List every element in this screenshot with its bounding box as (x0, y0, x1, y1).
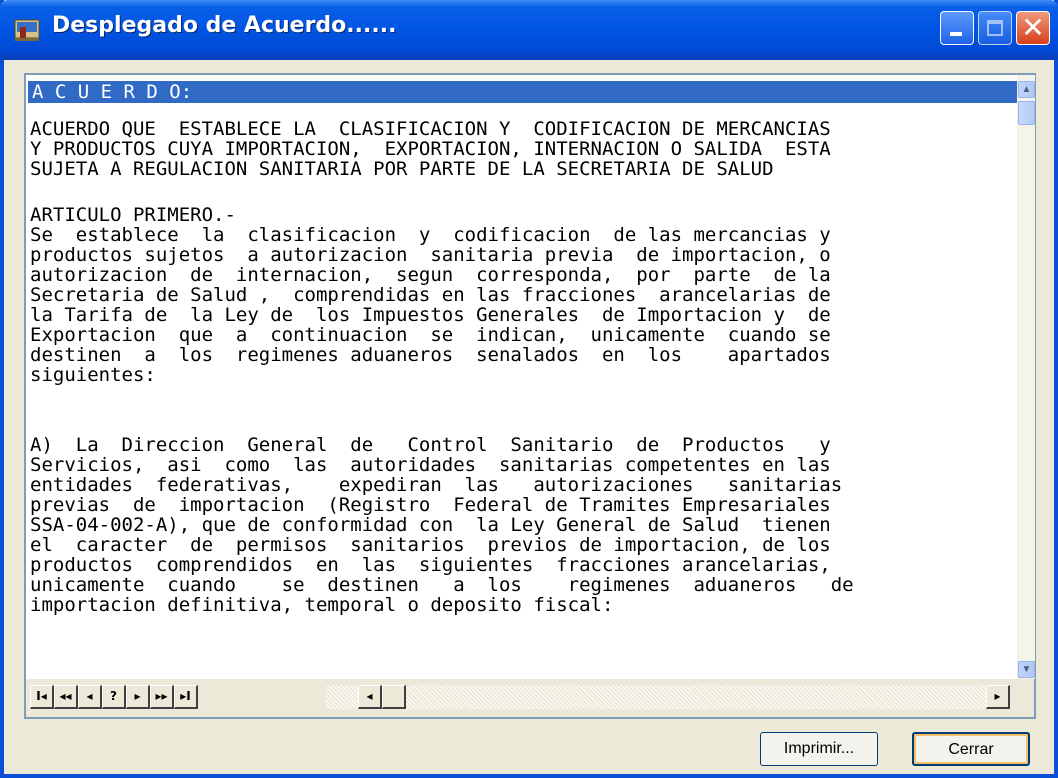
document-viewer[interactable]: A C U E R D O: ACUERDO QUE ESTABLECE LA … (24, 73, 1036, 719)
minimize-button[interactable] (940, 11, 974, 45)
chevron-down-icon: ▼ (1021, 664, 1032, 675)
scroll-up-button[interactable]: ▲ (1018, 81, 1035, 98)
last-page-button[interactable]: ▸I (174, 685, 198, 709)
print-button[interactable]: Imprimir... (760, 732, 878, 766)
close-icon: ✕ (1021, 11, 1045, 44)
scroll-right-button[interactable]: ▸ (986, 685, 1010, 709)
chevron-left-icon: ◂ (366, 689, 373, 703)
window: Desplegado de Acuerdo...... ✕ A C U E R … (0, 0, 1058, 778)
title-bar[interactable]: Desplegado de Acuerdo...... ✕ (0, 0, 1058, 60)
chevron-right-icon: ▸ (994, 689, 1001, 703)
maximize-button[interactable] (978, 11, 1012, 45)
horizontal-scrollbar[interactable]: ◂ ▸ (326, 685, 1010, 709)
window-title: Desplegado de Acuerdo...... (52, 13, 397, 38)
paragraph-article: ARTICULO PRIMERO.- Se establece la clasi… (30, 204, 831, 386)
record-navigator: I◂ ◂◂ ◂ ? ▸ ▸▸ ▸I ◂ ▸ (26, 679, 1034, 717)
app-icon (14, 19, 40, 41)
horizontal-scroll-thumb[interactable] (382, 685, 406, 709)
paragraph-section-a: A) La Direccion General de Control Sanit… (30, 434, 854, 616)
selected-line: A C U E R D O: (28, 81, 1017, 103)
scroll-left-button[interactable]: ◂ (358, 685, 382, 709)
help-button[interactable]: ? (102, 685, 126, 709)
prev-button[interactable]: ◂ (78, 685, 102, 709)
maximize-icon (987, 20, 1003, 36)
paragraph-title: ACUERDO QUE ESTABLECE LA CLASIFICACION Y… (30, 118, 831, 180)
first-page-button[interactable]: I◂ (30, 685, 54, 709)
scroll-down-button[interactable]: ▼ (1018, 661, 1035, 678)
prev-page-button[interactable]: ◂◂ (54, 685, 78, 709)
document-text-area[interactable]: A C U E R D O: ACUERDO QUE ESTABLECE LA … (26, 75, 1017, 679)
next-button[interactable]: ▸ (126, 685, 150, 709)
vertical-scroll-thumb[interactable] (1018, 101, 1035, 125)
document-heading: A C U E R D O: (32, 81, 193, 103)
minimize-icon (950, 32, 962, 36)
chevron-up-icon: ▲ (1021, 84, 1032, 95)
next-page-button[interactable]: ▸▸ (150, 685, 174, 709)
vertical-scrollbar[interactable]: ▲ ▼ (1017, 75, 1035, 679)
close-button[interactable]: Cerrar (912, 732, 1030, 766)
close-window-button[interactable]: ✕ (1016, 11, 1050, 45)
